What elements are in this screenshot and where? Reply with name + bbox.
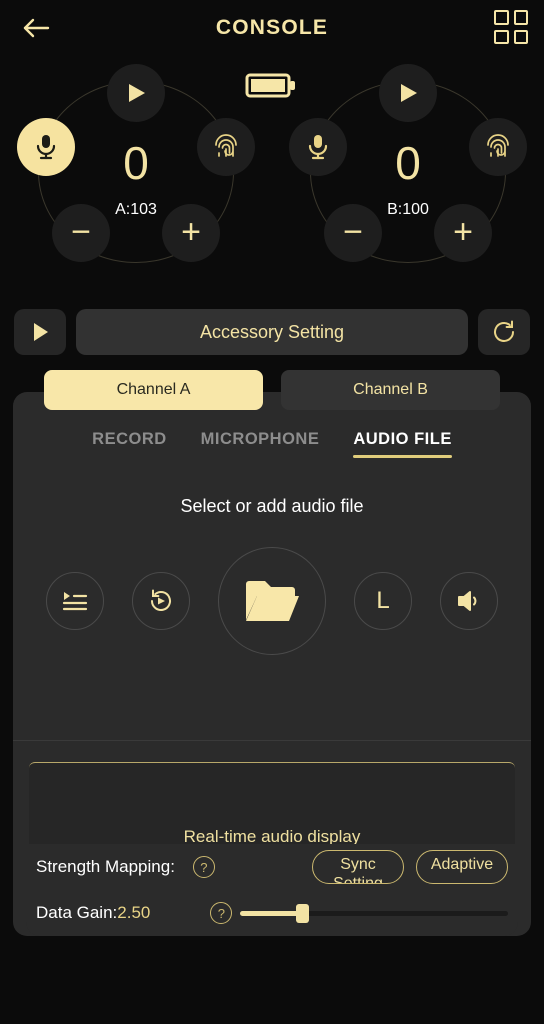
strength-mapping-help-icon[interactable]: ? — [192, 856, 215, 878]
channel-a-decrease-button[interactable]: − — [52, 204, 110, 262]
audio-file-hint: Select or add audio file — [180, 496, 364, 516]
playlist-icon[interactable] — [46, 572, 104, 630]
data-gain-slider[interactable] — [240, 904, 508, 923]
slider-fill — [240, 911, 302, 916]
accessory-setting-label: Accessory Setting — [199, 321, 345, 342]
minus-label: − — [343, 212, 363, 251]
accessory-setting-row: Accessory Setting — [14, 308, 530, 356]
tab-microphone-label: MICROPHONE — [200, 430, 320, 448]
volume-icon[interactable] — [440, 572, 498, 630]
tab-channel-b[interactable]: Channel B — [281, 370, 500, 410]
tab-channel-a-label: Channel A — [116, 381, 191, 398]
channel-a-play-button[interactable] — [107, 64, 165, 122]
app-header: CONSOLE — [0, 0, 544, 56]
tab-channel-a[interactable]: Channel A — [44, 370, 263, 410]
channel-b-play-button[interactable] — [379, 64, 437, 122]
strength-mapping-buttons: Sync Setting Adaptive — [312, 850, 508, 884]
adaptive-button[interactable]: Adaptive — [416, 850, 508, 884]
adaptive-label: Adaptive — [430, 856, 494, 873]
content-card: RECORD MICROPHONE AUDIO FILE Select or a… — [13, 392, 531, 936]
tab-audio-file-label: AUDIO FILE — [353, 430, 452, 448]
data-gain-value: 2.50 — [117, 903, 151, 922]
loop-letter-icon[interactable]: L — [354, 572, 412, 630]
loop-letter-label: L — [376, 587, 390, 614]
folder-open-icon[interactable] — [218, 547, 326, 655]
channel-a-fingerprint-button[interactable] — [197, 118, 255, 176]
sync-setting-line1: Sync — [340, 856, 376, 873]
channel-b-dial: 0 B:100 − + — [272, 56, 544, 296]
plus-label: + — [181, 212, 201, 251]
console-screen: CONSOLE 0 A:103 − + 0 B:100 − + Accessor… — [0, 0, 544, 1024]
channel-a-increase-button[interactable]: + — [162, 204, 220, 262]
accessory-play-button[interactable] — [14, 309, 66, 355]
channel-b-decrease-button[interactable]: − — [324, 204, 382, 262]
refresh-icon[interactable] — [478, 309, 530, 355]
plus-label: + — [453, 212, 473, 251]
tab-audio-file[interactable]: AUDIO FILE — [353, 430, 452, 458]
tab-channel-b-label: Channel B — [353, 381, 428, 398]
strength-mapping-row: Strength Mapping: ? Sync Setting Adaptiv… — [26, 844, 518, 890]
data-gain-help-icon[interactable]: ? — [210, 902, 233, 924]
slider-thumb[interactable] — [295, 904, 309, 923]
sync-setting-button[interactable]: Sync Setting — [312, 850, 404, 884]
replay-icon[interactable] — [132, 572, 190, 630]
channel-tab-bar: Channel A Channel B — [0, 370, 544, 410]
tab-record-label: RECORD — [92, 430, 167, 448]
channel-dials: 0 A:103 − + 0 B:100 − + — [0, 56, 544, 296]
grid-icon[interactable] — [494, 10, 528, 44]
channel-a-microphone-button[interactable] — [17, 118, 75, 176]
tab-microphone[interactable]: MICROPHONE — [201, 430, 320, 458]
minus-label: − — [71, 212, 91, 251]
data-gain-row: Data Gain: 2.50 ? — [26, 890, 518, 936]
tab-record[interactable]: RECORD — [92, 430, 167, 458]
data-gain-label: Data Gain: — [36, 903, 118, 922]
audio-file-actions: L — [13, 547, 531, 655]
channel-b-increase-button[interactable]: + — [434, 204, 492, 262]
card-divider — [13, 740, 531, 741]
page-title: CONSOLE — [215, 16, 329, 39]
strength-mapping-label: Strength Mapping: — [36, 857, 175, 876]
channel-a-dial: 0 A:103 − + — [0, 56, 272, 296]
sync-setting-line2: Setting — [333, 875, 383, 884]
channel-a-label: A:103 — [115, 201, 157, 218]
channel-b-label: B:100 — [387, 201, 429, 218]
bottom-controls: Strength Mapping: ? Sync Setting Adaptiv… — [26, 844, 518, 936]
accessory-setting-button[interactable]: Accessory Setting — [76, 309, 468, 355]
channel-b-fingerprint-button[interactable] — [469, 118, 527, 176]
channel-b-microphone-button[interactable] — [289, 118, 347, 176]
